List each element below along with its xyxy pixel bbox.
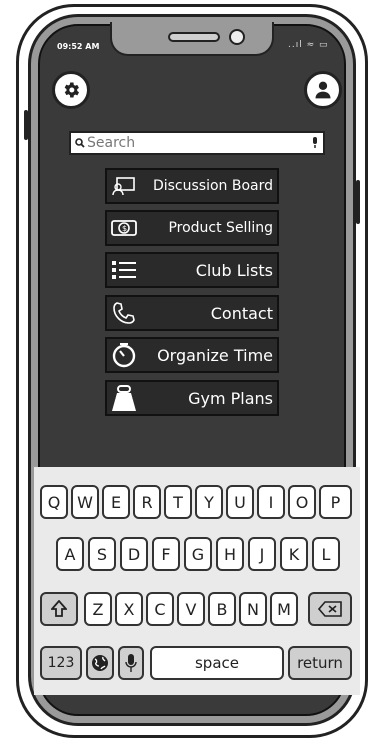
timer-icon	[107, 342, 141, 368]
key-x[interactable]: X	[115, 592, 143, 626]
key-t[interactable]: T	[164, 485, 192, 519]
key-m[interactable]: M	[270, 592, 298, 626]
key-k[interactable]: K	[280, 537, 308, 571]
gym-plans-button[interactable]: Gym Plans	[105, 380, 279, 416]
key-v[interactable]: V	[177, 592, 205, 626]
power-button	[356, 180, 360, 224]
discussion-board-button[interactable]: Discussion Board	[105, 168, 279, 204]
settings-button[interactable]	[52, 71, 90, 109]
user-icon	[315, 81, 331, 99]
microphone-key[interactable]	[118, 646, 144, 680]
menu-label: Club Lists	[195, 260, 273, 280]
key-j[interactable]: J	[248, 537, 276, 571]
key-l[interactable]: L	[312, 537, 340, 571]
key-z[interactable]: Z	[84, 592, 112, 626]
svg-text:$: $	[122, 224, 127, 233]
shift-key[interactable]	[40, 592, 78, 626]
menu-label: Contact	[210, 303, 273, 323]
key-c[interactable]: C	[146, 592, 174, 626]
numbers-key[interactable]: 123	[40, 646, 82, 680]
money-icon: $	[107, 219, 141, 237]
key-d[interactable]: D	[120, 537, 148, 571]
volume-button	[24, 110, 28, 140]
menu-label: Gym Plans	[188, 388, 273, 408]
key-b[interactable]: B	[208, 592, 236, 626]
shift-icon	[51, 600, 67, 617]
contact-button[interactable]: Contact	[105, 295, 279, 331]
menu-label: Discussion Board	[152, 178, 273, 194]
key-p[interactable]: P	[319, 485, 352, 519]
phone-icon	[107, 301, 141, 325]
key-f[interactable]: F	[152, 537, 180, 571]
speaker	[168, 32, 220, 42]
search-icon	[75, 138, 85, 148]
backspace-key[interactable]	[308, 592, 352, 626]
list-icon	[107, 259, 141, 281]
key-w[interactable]: W	[71, 485, 99, 519]
gear-icon	[64, 82, 79, 98]
weight-icon	[107, 384, 141, 412]
chat-screen-icon	[107, 176, 141, 196]
key-h[interactable]: H	[216, 537, 244, 571]
return-key[interactable]: return	[288, 646, 352, 680]
microphone-icon	[125, 654, 137, 672]
front-camera	[229, 29, 245, 45]
profile-button[interactable]	[304, 71, 342, 109]
key-r[interactable]: R	[133, 485, 161, 519]
space-key[interactable]: space	[150, 646, 284, 680]
key-y[interactable]: Y	[195, 485, 223, 519]
key-e[interactable]: E	[102, 485, 130, 519]
key-n[interactable]: N	[239, 592, 267, 626]
key-a[interactable]: A	[56, 537, 84, 571]
microphone-icon[interactable]	[311, 137, 319, 149]
key-u[interactable]: U	[226, 485, 254, 519]
menu-label: Product Selling	[168, 220, 273, 236]
status-icons: ..ıl ≈ ▭	[288, 40, 329, 50]
key-q[interactable]: Q	[40, 485, 68, 519]
search-input[interactable]	[85, 135, 311, 151]
key-o[interactable]: O	[288, 485, 316, 519]
key-g[interactable]: G	[184, 537, 212, 571]
globe-icon	[92, 655, 108, 671]
backspace-icon	[318, 601, 342, 617]
club-lists-button[interactable]: Club Lists	[105, 252, 279, 288]
search-bar[interactable]	[69, 131, 325, 155]
globe-key[interactable]	[86, 646, 114, 680]
status-time: 09:52 AM	[57, 42, 100, 51]
key-s[interactable]: S	[88, 537, 116, 571]
menu-label: Organize Time	[157, 345, 273, 365]
key-i[interactable]: I	[257, 485, 285, 519]
product-selling-button[interactable]: $ Product Selling	[105, 210, 279, 246]
organize-time-button[interactable]: Organize Time	[105, 337, 279, 373]
